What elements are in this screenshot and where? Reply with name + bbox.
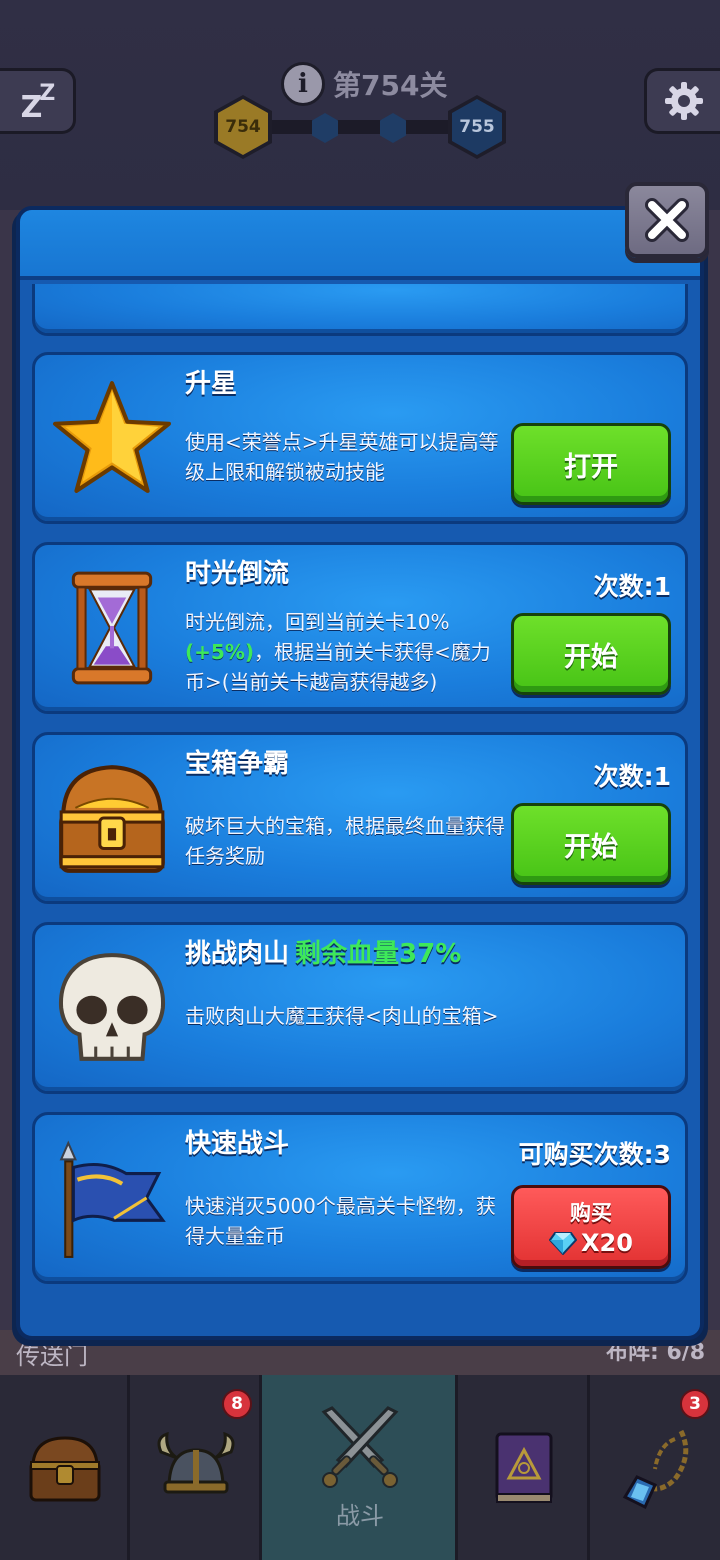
treasure-chest-icon — [29, 1435, 101, 1501]
amulet-icon — [622, 1429, 689, 1509]
nav-tab-chest[interactable] — [0, 1375, 130, 1560]
star-icon — [53, 381, 171, 493]
settings-button[interactable] — [644, 68, 720, 134]
close-button[interactable] — [625, 182, 709, 258]
card-title: 挑战肉山 剩余血量37% — [185, 933, 461, 970]
level-progress-track — [262, 120, 462, 134]
price: X20 — [549, 1229, 633, 1257]
activities-list[interactable]: 升星 使用<荣誉点>升星英雄可以提高等级上限和解锁被动技能 打开 时光倒流 次数… — [22, 284, 698, 1324]
description-bonus: (+5%) — [185, 640, 254, 664]
crossed-swords-icon — [321, 1406, 399, 1488]
remaining-count: 次数:1 — [593, 762, 671, 791]
card-title: 升星 — [185, 369, 238, 399]
buy-label: 购买 — [570, 1201, 612, 1225]
diamond-icon — [549, 1232, 578, 1255]
sleep-button[interactable]: ZZ — [0, 68, 76, 134]
treasure-chest-icon — [59, 765, 165, 873]
info-icon[interactable]: i — [281, 62, 325, 106]
viking-helmet-icon — [157, 1431, 235, 1493]
card-description: 破坏巨大的宝箱，根据最终血量获得任务奖励 — [185, 814, 505, 868]
nav-tab-heroes[interactable]: 8 — [130, 1375, 262, 1560]
nav-tab-battle[interactable]: 战斗 — [262, 1375, 458, 1560]
gear-icon — [664, 82, 703, 120]
start-button[interactable]: 开始 — [511, 803, 671, 885]
purchasable-count: 可购买次数:3 — [518, 1140, 671, 1169]
level-title: 第754关 — [333, 69, 448, 102]
panel-header — [20, 210, 700, 280]
buy-button[interactable]: 购买 X20 — [511, 1185, 671, 1269]
nav-tab-spellbook[interactable] — [458, 1375, 590, 1560]
notification-badge: 8 — [222, 1389, 252, 1419]
list-item-partial — [32, 284, 688, 336]
open-button[interactable]: 打开 — [511, 423, 671, 505]
description-part: 时光倒流，回到当前关卡10% — [185, 610, 450, 634]
remaining-hp-text: 剩余血量37% — [295, 939, 462, 969]
next-level-number: 755 — [452, 99, 502, 155]
top-hud — [0, 0, 720, 210]
nav-tab-amulet[interactable]: 3 — [590, 1375, 720, 1560]
close-icon — [645, 198, 689, 242]
skull-icon — [59, 953, 165, 1061]
remaining-count: 次数:1 — [593, 572, 671, 601]
spellbook-icon — [495, 1432, 553, 1503]
price-amount: X20 — [581, 1229, 633, 1257]
card-description: 时光倒流，回到当前关卡10%(+5%)，根据当前关卡获得<魔力币>(当前关卡越高… — [185, 607, 505, 697]
sleep-z-icon: Z — [20, 89, 43, 125]
activity-card-chest-battle: 宝箱争霸 次数:1 破坏巨大的宝箱，根据最终血量获得任务奖励 开始 — [32, 732, 688, 904]
card-description: 快速消灭5000个最高关卡怪物，获得大量金币 — [185, 1194, 496, 1248]
activity-card-quick-battle: 快速战斗 可购买次数:3 快速消灭5000个最高关卡怪物，获得大量金币 购买 X… — [32, 1112, 688, 1284]
current-level-number: 754 — [218, 99, 268, 155]
activity-card-meat-mountain[interactable]: 挑战肉山 剩余血量37% 击败肉山大魔王获得<肉山的宝箱> — [32, 922, 688, 1094]
card-title: 时光倒流 — [185, 559, 290, 589]
start-button[interactable]: 开始 — [511, 613, 671, 695]
notification-badge: 3 — [680, 1389, 710, 1419]
hourglass-icon — [71, 571, 153, 685]
card-description: 使用<荣誉点>升星英雄可以提高等级上限和解锁被动技能 — [185, 430, 499, 484]
card-description: 击败肉山大魔王获得<肉山的宝箱> — [185, 1004, 499, 1028]
card-title: 快速战斗 — [185, 1129, 290, 1159]
card-title-text: 挑战肉山 — [185, 939, 290, 969]
sleep-z-icon-small: Z — [39, 80, 55, 106]
flag-icon — [59, 1140, 166, 1258]
activity-card-time-rewind: 时光倒流 次数:1 时光倒流，回到当前关卡10%(+5%)，根据当前关卡获得<魔… — [32, 542, 688, 714]
activity-card-star-up: 升星 使用<荣誉点>升星英雄可以提高等级上限和解锁被动技能 打开 — [32, 352, 688, 524]
nav-tab-label: 战斗 — [336, 1502, 384, 1530]
card-title: 宝箱争霸 — [185, 749, 290, 779]
